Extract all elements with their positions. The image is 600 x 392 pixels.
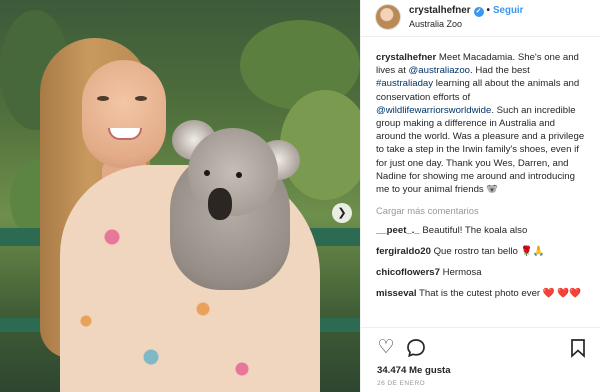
header-username[interactable]: crystalhefner bbox=[409, 5, 471, 16]
koala-nose bbox=[208, 188, 232, 220]
comment: fergiraldo20 Que rostro tan bello 🌹🙏 bbox=[376, 246, 587, 258]
post-details-panel: crystalhefner ✓ • Seguir Australia Zoo crys… bbox=[360, 0, 600, 392]
caption-username[interactable]: crystalhefner bbox=[376, 52, 436, 63]
avatar[interactable] bbox=[375, 4, 401, 30]
heart-outline-icon: ♡ bbox=[377, 337, 395, 358]
comment: chicoflowers7 Hermosa bbox=[376, 267, 587, 279]
comment-username[interactable]: misseval bbox=[376, 288, 417, 299]
face bbox=[82, 60, 166, 168]
likes-count[interactable]: 34.474 Me gusta bbox=[377, 365, 451, 376]
hashtag-link[interactable]: #australiaday bbox=[376, 78, 433, 89]
comment: misseval That is the cutest photo ever ❤… bbox=[376, 288, 587, 300]
caption-text: . Had the best bbox=[470, 65, 530, 77]
separator-dot: • bbox=[486, 5, 490, 16]
koala-eye bbox=[236, 172, 242, 178]
caption: crystalhefner Meet Macadamia. She's one … bbox=[376, 51, 587, 196]
koala-head bbox=[188, 128, 278, 216]
comment-username[interactable]: chicoflowers7 bbox=[376, 267, 440, 278]
bookmark-icon bbox=[571, 339, 585, 358]
save-button[interactable] bbox=[567, 337, 589, 359]
load-more-comments-button[interactable]: Cargar más comentarios bbox=[376, 205, 587, 216]
mention-link[interactable]: @australiazoo bbox=[409, 65, 470, 76]
post-date: 26 DE ENERO bbox=[377, 380, 426, 387]
comment-button[interactable] bbox=[405, 337, 427, 359]
comment-text: Hermosa bbox=[439, 267, 482, 279]
follow-button[interactable]: Seguir bbox=[493, 5, 524, 16]
comments-section[interactable]: crystalhefner Meet Macadamia. She's one … bbox=[361, 37, 600, 327]
comment-text: Beautiful! The koala also bbox=[419, 225, 528, 237]
location-link[interactable]: Australia Zoo bbox=[409, 19, 462, 29]
caption-text: . Such an incredible group making a diff… bbox=[376, 104, 585, 196]
action-bar: ♡ 34.474 Me gusta 26 DE ENERO bbox=[361, 327, 600, 392]
verified-badge-icon: ✓ bbox=[473, 7, 484, 17]
comment: __peet_._ Beautiful! The koala also bbox=[376, 225, 587, 237]
comment-text: Que rostro tan bello 🌹🙏 bbox=[430, 246, 545, 258]
mention-link[interactable]: @wildlifewarriorsworldwide bbox=[376, 105, 491, 116]
chevron-right-icon: ❯ bbox=[337, 207, 347, 219]
comment-username[interactable]: __peet_._ bbox=[376, 225, 420, 236]
comment-text: That is the cutest photo ever ❤️ ❤️❤️ bbox=[416, 288, 582, 300]
header-user-line: crystalhefner ✓ • Seguir bbox=[409, 5, 523, 17]
like-button[interactable]: ♡ bbox=[375, 337, 397, 359]
next-slide-button[interactable]: ❯ bbox=[332, 203, 352, 223]
post-photo[interactable]: ❯ bbox=[0, 0, 360, 392]
eye bbox=[135, 96, 147, 101]
post-header: crystalhefner ✓ • Seguir Australia Zoo bbox=[361, 0, 600, 37]
comment-username[interactable]: fergiraldo20 bbox=[376, 246, 431, 257]
koala-eye bbox=[204, 170, 210, 176]
eye bbox=[97, 96, 109, 101]
comment-bubble-icon bbox=[407, 339, 425, 358]
